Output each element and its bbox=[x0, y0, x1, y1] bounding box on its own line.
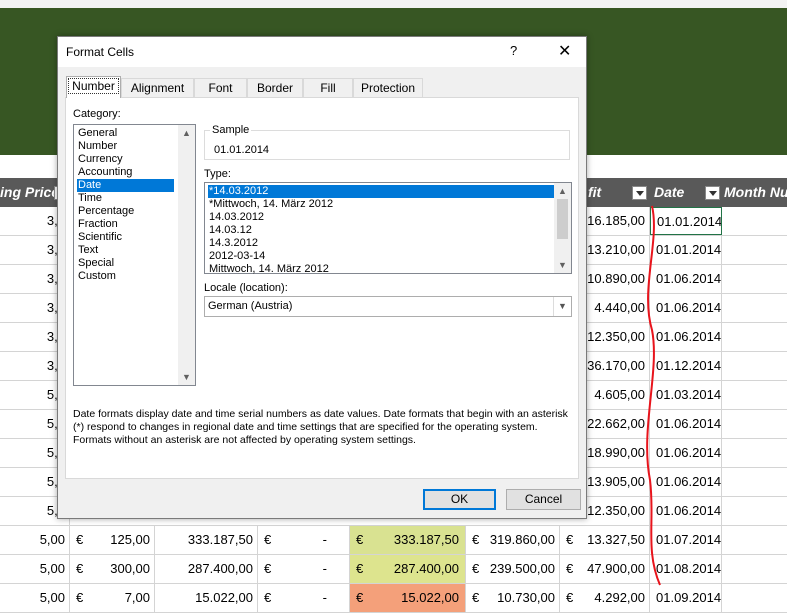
category-list[interactable]: General Number Currency Accounting Date … bbox=[73, 124, 196, 386]
category-item-date[interactable]: Date bbox=[77, 179, 174, 192]
locale-label: Locale (location): bbox=[204, 282, 288, 294]
tab-fill[interactable]: Fill bbox=[303, 78, 353, 97]
category-item-accounting[interactable]: Accounting bbox=[77, 166, 132, 179]
type-item[interactable]: *Mittwoch, 14. März 2012 bbox=[208, 198, 333, 211]
category-item-currency[interactable]: Currency bbox=[77, 153, 123, 166]
category-item-percentage[interactable]: Percentage bbox=[77, 205, 134, 218]
number-tab-page: Category: General Number Currency Accoun… bbox=[65, 97, 579, 479]
annotation-mark-date-column bbox=[646, 205, 661, 586]
scroll-thumb[interactable] bbox=[557, 199, 568, 239]
tab-label: Border bbox=[256, 81, 294, 95]
category-item-custom[interactable]: Custom bbox=[77, 270, 116, 283]
close-icon[interactable]: ✕ bbox=[558, 41, 571, 61]
dialog-title: Format Cells bbox=[66, 45, 135, 59]
category-label: Category: bbox=[73, 108, 121, 120]
type-list[interactable]: *14.03.2012 *Mittwoch, 14. März 2012 14.… bbox=[204, 182, 572, 276]
tab-label: Fill bbox=[320, 81, 336, 95]
type-item[interactable]: 2012-03-14 bbox=[208, 250, 265, 263]
category-item-time[interactable]: Time bbox=[77, 192, 102, 205]
tab-label: Alignment bbox=[130, 81, 185, 95]
category-item-text[interactable]: Text bbox=[77, 244, 98, 257]
ok-button[interactable]: OK bbox=[423, 489, 496, 510]
type-item[interactable]: Mittwoch, 14. März 2012 bbox=[208, 263, 329, 276]
scroll-down-icon[interactable]: ▼ bbox=[554, 257, 571, 273]
tab-label: Protection bbox=[360, 81, 416, 95]
tab-number[interactable]: Number bbox=[66, 76, 121, 98]
sample-label: Sample bbox=[210, 124, 252, 136]
scroll-up-icon[interactable]: ▲ bbox=[554, 183, 571, 199]
tab-font[interactable]: Font bbox=[194, 78, 247, 97]
type-item[interactable]: 14.03.12 bbox=[208, 224, 252, 237]
help-button[interactable]: ? bbox=[510, 43, 517, 58]
locale-select[interactable]: German (Austria) ▼ bbox=[204, 296, 572, 317]
scroll-up-icon[interactable]: ▲ bbox=[178, 125, 195, 141]
type-scrollbar[interactable]: ▲ ▼ bbox=[554, 183, 571, 273]
category-item-scientific[interactable]: Scientific bbox=[77, 231, 122, 244]
scroll-down-icon[interactable]: ▼ bbox=[178, 369, 195, 385]
type-item-selected[interactable]: *14.03.2012 bbox=[208, 185, 554, 198]
type-label: Type: bbox=[204, 168, 231, 180]
chevron-down-icon[interactable]: ▼ bbox=[553, 297, 571, 316]
category-item-fraction[interactable]: Fraction bbox=[77, 218, 118, 231]
type-item[interactable]: 14.03.2012 bbox=[208, 211, 264, 224]
tab-label: Font bbox=[208, 81, 233, 95]
category-item-general[interactable]: General bbox=[77, 127, 117, 140]
format-description: Date formats display date and time seria… bbox=[73, 408, 568, 446]
tab-alignment[interactable]: Alignment bbox=[121, 78, 194, 97]
cancel-button[interactable]: Cancel bbox=[506, 489, 581, 510]
locale-value: German (Austria) bbox=[208, 300, 293, 312]
category-item-special[interactable]: Special bbox=[77, 257, 114, 270]
tab-border[interactable]: Border bbox=[247, 78, 303, 97]
type-item[interactable]: 14.3.2012 bbox=[208, 237, 258, 250]
tab-label: Number bbox=[68, 78, 119, 94]
category-scrollbar[interactable]: ▲ ▼ bbox=[178, 125, 195, 385]
tab-protection[interactable]: Protection bbox=[353, 78, 423, 97]
dialog-titlebar: Format Cells ? ✕ bbox=[58, 37, 586, 67]
category-item-number[interactable]: Number bbox=[77, 140, 117, 153]
format-cells-dialog: Format Cells ? ✕ Number Alignment Font B… bbox=[57, 36, 587, 519]
sample-value: 01.01.2014 bbox=[214, 144, 270, 156]
